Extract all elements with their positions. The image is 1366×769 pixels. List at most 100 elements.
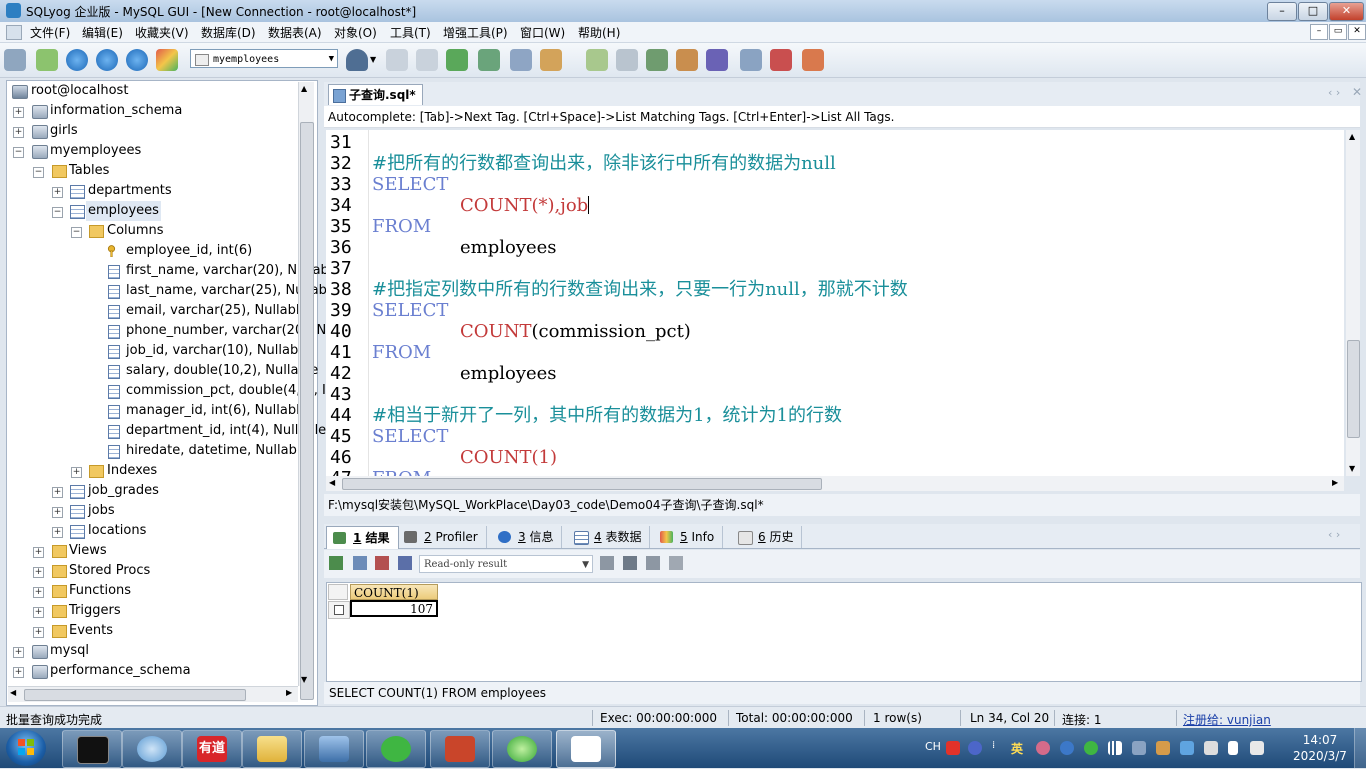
wechat-tray-icon[interactable] <box>1084 741 1098 755</box>
taskbar-powerpoint[interactable] <box>430 730 490 768</box>
tray-app-icon[interactable] <box>1156 741 1170 755</box>
tray-app-icon[interactable] <box>1204 741 1218 755</box>
menu-table[interactable]: 数据表(A) <box>268 24 322 41</box>
scroll-right-icon[interactable]: ▶ <box>1332 478 1338 487</box>
collapse-icon[interactable]: − <box>71 227 82 238</box>
tab-table-data[interactable]: 4 表数据 <box>568 526 651 548</box>
taskbar-wechat[interactable] <box>366 730 426 768</box>
tree-hscroll-thumb[interactable] <box>24 689 246 701</box>
create-database-icon[interactable] <box>386 49 408 71</box>
import-icon[interactable] <box>446 49 468 71</box>
volume-icon[interactable] <box>1250 741 1264 755</box>
menu-favorites[interactable]: 收藏夹(V) <box>135 24 189 41</box>
scroll-left-icon[interactable]: ◀ <box>10 688 16 697</box>
expand-icon[interactable]: + <box>13 127 24 138</box>
taskbar-browser[interactable] <box>492 730 552 768</box>
expand-icon[interactable]: + <box>52 187 63 198</box>
ime-mode-indicator[interactable]: 英 <box>1011 740 1023 757</box>
result-mode-select[interactable]: Read-only result ▼ <box>419 555 593 573</box>
row-checkbox[interactable] <box>334 605 344 615</box>
delete-row-icon[interactable] <box>375 556 389 570</box>
expand-icon[interactable]: + <box>13 667 24 678</box>
query-builder-icon[interactable] <box>586 49 608 71</box>
menu-edit[interactable]: 编辑(E) <box>82 24 123 41</box>
database-select[interactable]: myemployees ▼ <box>190 49 338 68</box>
scroll-up-icon[interactable]: ▲ <box>1349 132 1355 141</box>
column-header[interactable]: COUNT(1) <box>350 584 438 600</box>
tab-messages[interactable]: 3 信息 <box>492 526 563 548</box>
text-view-icon[interactable] <box>646 556 660 570</box>
expand-icon[interactable]: + <box>13 647 24 658</box>
color-schema-icon[interactable] <box>156 49 178 71</box>
profiler-icon[interactable] <box>770 49 792 71</box>
expand-icon[interactable]: + <box>33 587 44 598</box>
editor-hscroll-thumb[interactable] <box>342 478 822 490</box>
export-result-icon[interactable] <box>329 556 343 570</box>
taskbar-explorer[interactable] <box>242 730 302 768</box>
scroll-up-icon[interactable]: ▲ <box>301 84 307 93</box>
tab-result[interactable]: 1 结果 <box>326 526 399 549</box>
show-desktop-button[interactable] <box>1354 728 1366 768</box>
menu-window[interactable]: 窗口(W) <box>520 24 565 41</box>
menu-powertools[interactable]: 增强工具(P) <box>443 24 508 41</box>
new-connection-saved-icon[interactable] <box>36 49 58 71</box>
scroll-right-icon[interactable]: ▶ <box>286 688 292 697</box>
maximize-button[interactable]: □ <box>1298 2 1328 21</box>
help-icon[interactable] <box>968 741 982 755</box>
result-cell[interactable]: 107 <box>350 600 438 617</box>
scroll-left-icon[interactable]: ◀ <box>329 478 335 487</box>
mdi-restore-button[interactable]: ▭ <box>1329 24 1347 40</box>
grid-view-icon[interactable] <box>600 556 614 570</box>
network-signal-icon[interactable] <box>1108 741 1122 755</box>
language-indicator[interactable]: CH <box>925 740 941 753</box>
user-manager-icon[interactable] <box>346 49 368 71</box>
registered-to-link[interactable]: 注册给: vunjian <box>1183 711 1271 728</box>
result-grid[interactable] <box>326 582 1362 682</box>
system-clock[interactable]: 14:07 2020/3/7 <box>1290 732 1350 764</box>
expand-icon[interactable]: + <box>71 467 82 478</box>
expand-icon[interactable]: + <box>13 107 24 118</box>
tab-query-file[interactable]: 子查询.sql* <box>328 84 423 105</box>
create-table-icon[interactable] <box>416 49 438 71</box>
backup-icon[interactable] <box>616 49 638 71</box>
scheduler-icon[interactable] <box>706 49 728 71</box>
notifications-icon[interactable] <box>740 49 762 71</box>
expand-icon[interactable]: + <box>33 607 44 618</box>
expand-icon[interactable]: + <box>52 527 63 538</box>
execute-all-icon[interactable] <box>96 49 118 71</box>
tab-scroll-arrows-icon[interactable]: ‹ › <box>1328 528 1340 541</box>
sogou-ime-icon[interactable] <box>946 741 960 755</box>
refresh-icon[interactable] <box>126 49 148 71</box>
user-dropdown-arrow-icon[interactable]: ▼ <box>370 55 376 64</box>
tray-arrows-icon[interactable]: ⁞ <box>992 740 995 751</box>
taskbar-active-app[interactable] <box>556 730 616 768</box>
editor-scroll-thumb[interactable] <box>1347 340 1360 438</box>
tab-profiler[interactable]: 2 Profiler <box>398 526 487 548</box>
tree-scroll-thumb[interactable] <box>300 122 314 700</box>
tab-history[interactable]: 6 历史 <box>732 526 803 548</box>
windows-start-button[interactable] <box>6 730 46 766</box>
collapse-icon[interactable]: − <box>33 167 44 178</box>
menu-objects[interactable]: 对象(O) <box>334 24 377 41</box>
collapse-icon[interactable]: − <box>52 207 63 218</box>
scroll-down-icon[interactable]: ▼ <box>1349 464 1355 473</box>
close-tab-icon[interactable]: ✕ <box>1352 85 1362 99</box>
save-changes-icon[interactable] <box>398 556 412 570</box>
action-center-flag-icon[interactable] <box>1228 741 1238 755</box>
taskbar-control-panel[interactable] <box>304 730 364 768</box>
menu-help[interactable]: 帮助(H) <box>578 24 620 41</box>
sql-formatter-icon[interactable] <box>802 49 824 71</box>
export-icon[interactable] <box>478 49 500 71</box>
tray-app-icon[interactable] <box>1132 741 1146 755</box>
table-data-icon[interactable] <box>510 49 532 71</box>
mdi-close-button[interactable]: ✕ <box>1348 24 1366 40</box>
scroll-down-icon[interactable]: ▼ <box>301 675 307 684</box>
filter-icon[interactable] <box>669 556 683 570</box>
execute-query-icon[interactable] <box>66 49 88 71</box>
sync-icon[interactable] <box>646 49 668 71</box>
schema-designer-icon[interactable] <box>540 49 562 71</box>
menu-file[interactable]: 文件(F) <box>30 24 70 41</box>
collapse-icon[interactable]: − <box>13 147 24 158</box>
expand-icon[interactable]: + <box>33 627 44 638</box>
copy-result-icon[interactable] <box>353 556 367 570</box>
